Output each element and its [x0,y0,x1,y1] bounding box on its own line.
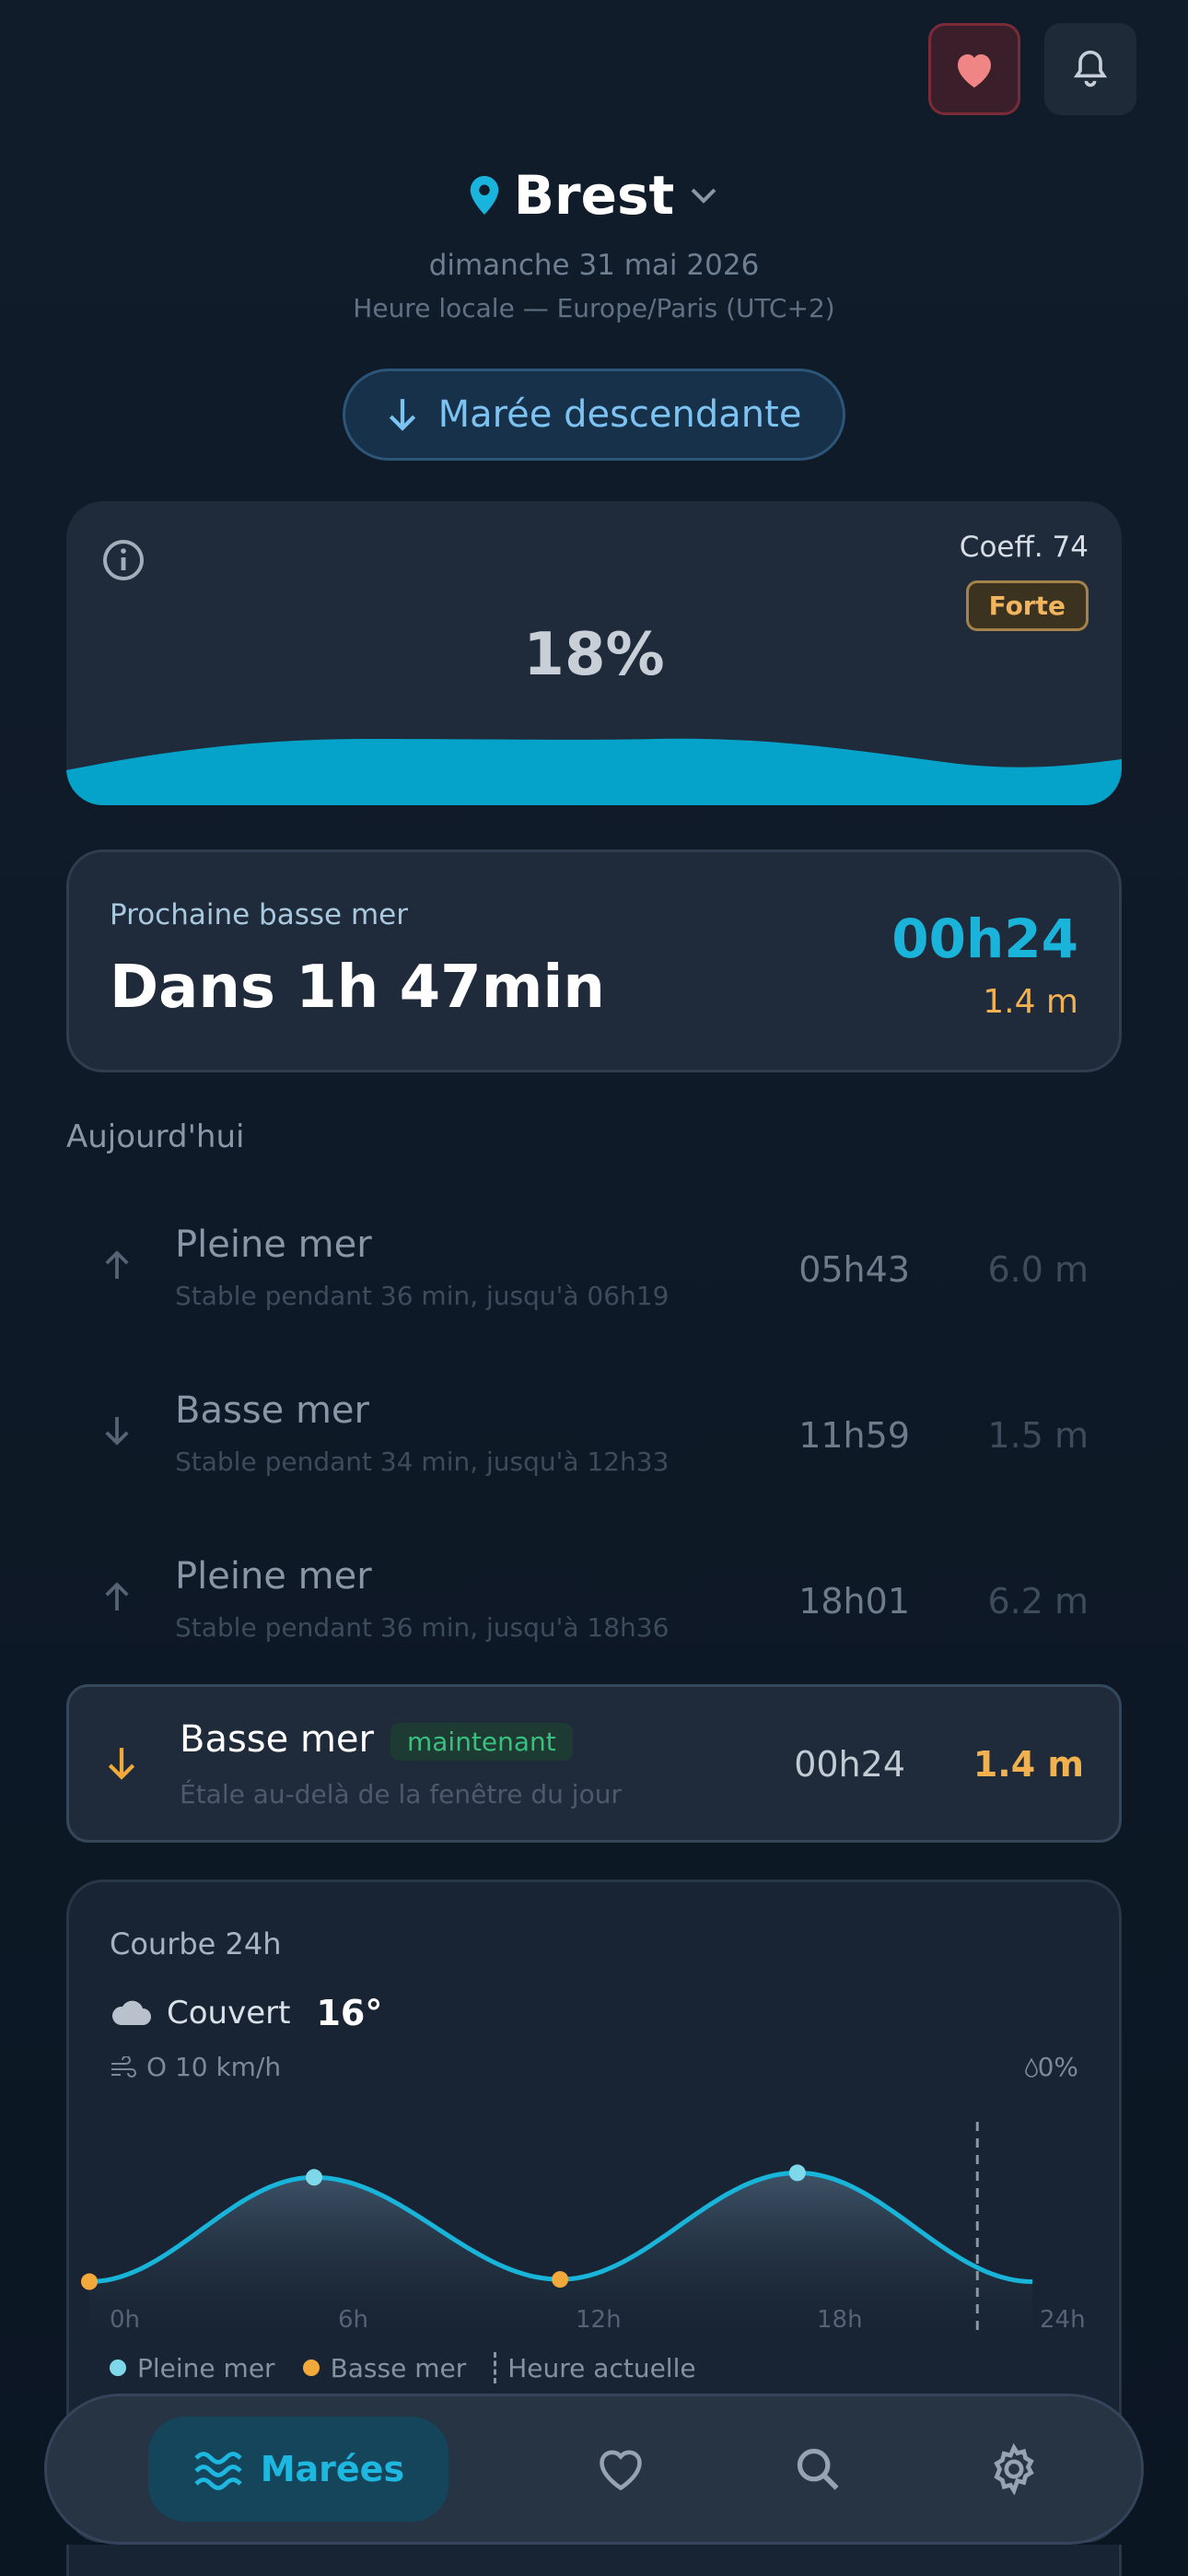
now-badge: maintenant [390,1722,573,1761]
legend-high-label: Pleine mer [137,2352,275,2383]
nav-favorites[interactable] [595,2417,646,2522]
bottom-navigation: Marées [44,2394,1144,2545]
legend-high: Pleine mer [110,2353,275,2383]
current-tide-row: Basse mer maintenant Étale au-delà de la … [66,1684,1122,1843]
tide-row: Pleine mer Stable pendant 36 min, jusqu'… [66,1533,1122,1690]
weather-summary: Couvert 16° [110,1993,382,2033]
next-tide-height: 1.4 m [983,983,1078,1021]
timezone: Heure locale — Europe/Paris (UTC+2) [353,293,835,323]
coefficient: Coeff. 74 [959,531,1089,564]
tide-time: 18h01 [798,1581,910,1622]
legend-now: Heure actuelle [494,2352,696,2383]
wind-info: O 10 km/h [110,2052,281,2082]
tide-state-label: Marée descendante [437,393,802,436]
chevron-down-icon [691,188,716,204]
tide-state-badge: Marée descendante [343,369,845,461]
tide-height: 1.4 m [973,1744,1084,1785]
search-icon [797,2448,839,2490]
nav-search[interactable] [794,2417,842,2522]
nav-tides-label: Marées [260,2449,405,2489]
arrow-down-icon [389,399,415,431]
tide-name: Basse mer [175,1389,369,1432]
date: dimanche 31 mai 2026 [428,249,760,282]
next-tide-label: Prochaine basse mer [110,898,408,931]
tide-detail: Étale au-delà de la fenêtre du jour [180,1779,622,1809]
next-section-peek [66,2545,1122,2576]
today-section-title: Aujourd'hui [66,1118,245,1155]
x-tick: 24h [1040,2306,1086,2334]
info-button[interactable] [101,538,146,586]
tide-name: Pleine mer [175,1555,372,1598]
low-tide-dot [302,2359,320,2376]
high-tide-point [306,2169,323,2186]
tide-screen: Brest dimanche 31 mai 2026 Heure locale … [0,0,1188,2576]
favorite-button[interactable] [928,23,1020,115]
next-tide-card: Prochaine basse mer Dans 1h 47min 00h24 … [66,849,1122,1072]
water-level-fill [66,738,1122,805]
wind-icon [111,2055,136,2078]
high-tide-point [788,2164,806,2182]
nav-settings[interactable] [988,2417,1040,2522]
arrow-up-icon [105,1582,129,1610]
arrow-down-icon [105,1417,129,1446]
tide-percent: 18% [523,621,665,689]
city-name: Brest [513,164,675,227]
curve-legend: Pleine mer Basse mer Heure actuelle [110,2352,696,2383]
arrow-down-icon [108,1748,135,1780]
location-selector[interactable]: Brest [0,164,1188,227]
gear-icon [994,2443,1035,2495]
tide-detail: Stable pendant 34 min, jusqu'à 12h33 [175,1446,670,1477]
waves-icon [194,2452,242,2490]
tide-height: 6.0 m [987,1249,1089,1290]
x-tick: 0h [110,2306,141,2334]
tide-row: Pleine mer Stable pendant 36 min, jusqu'… [66,1201,1122,1358]
tide-detail: Stable pendant 36 min, jusqu'à 18h36 [175,1612,670,1643]
next-tide-time: 00h24 [891,907,1078,970]
weather-condition: Couvert [167,1995,291,2032]
tide-time: 11h59 [798,1415,910,1456]
tide-name: Basse mer maintenant [180,1718,573,1761]
tide-detail: Stable pendant 36 min, jusqu'à 06h19 [175,1281,670,1311]
nav-tides[interactable]: Marées [147,2417,449,2522]
bell-icon [1073,50,1108,88]
legend-now-label: Heure actuelle [507,2352,696,2383]
legend-low-label: Basse mer [330,2352,467,2383]
wind-value: O 10 km/h [146,2052,282,2082]
x-tick: 18h [817,2306,863,2334]
location-pin-icon [470,176,499,215]
low-tide-point [81,2273,98,2290]
notifications-button[interactable] [1044,23,1136,115]
droplet-icon [1024,2056,1038,2078]
cloud-icon [111,2000,151,2025]
tide-time: 00h24 [794,1744,905,1785]
next-tide-countdown: Dans 1h 47min [110,954,605,1022]
tide-name-label: Basse mer [180,1718,374,1761]
x-tick: 12h [576,2306,622,2334]
high-tide-dot [110,2359,126,2376]
rain-info: 0% [1024,2052,1078,2082]
tide-row: Basse mer Stable pendant 34 min, jusqu'à… [66,1367,1122,1524]
low-tide-point [552,2271,569,2289]
info-icon [103,540,144,580]
heart-icon [958,54,991,88]
tide-height: 1.5 m [987,1415,1089,1456]
legend-low: Basse mer [302,2352,467,2383]
arrow-up-icon [105,1250,129,1279]
temperature: 16° [316,1993,383,2033]
curve-title: Courbe 24h [110,1926,282,1961]
x-tick: 6h [338,2306,369,2334]
now-marker-swatch [494,2352,497,2383]
tide-curve-chart [81,2122,1033,2334]
rain-value: 0% [1037,2052,1078,2082]
tide-time: 05h43 [798,1249,910,1290]
tide-name: Pleine mer [175,1224,372,1266]
curve-area [89,2172,1032,2334]
tide-level-card: Coeff. 74 Forte 18% [66,501,1122,805]
tide-height: 6.2 m [987,1581,1089,1622]
heart-icon [600,2450,643,2491]
